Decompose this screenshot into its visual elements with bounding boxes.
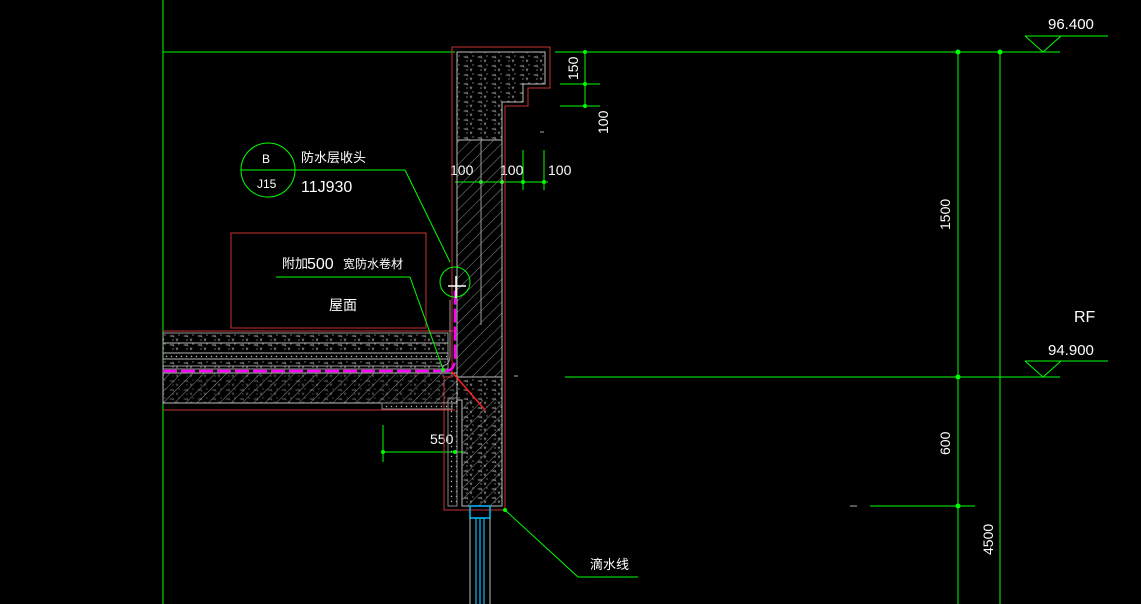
membrane-width: 500 xyxy=(307,256,334,273)
coping-block xyxy=(456,51,546,141)
detail-index: B xyxy=(262,152,270,166)
membrane-prefix: 附加 xyxy=(282,257,308,272)
dim-slab-drop: 600 xyxy=(937,431,953,455)
reference-lines xyxy=(162,0,1060,604)
dim-wall-right: 100 xyxy=(548,162,572,178)
dim-wall-mid: 100 xyxy=(500,162,524,178)
dim-parapet-cap: 150 xyxy=(565,56,581,80)
detail-atlas: 11J930 xyxy=(301,179,352,196)
roof-label: 屋面 xyxy=(329,298,357,314)
membrane-suffix: 宽防水卷材 xyxy=(343,256,403,271)
elevation-marker-roof: 94.900 RF xyxy=(1024,309,1108,378)
detail-callout: B J15 防水层收头 11J930 xyxy=(240,142,471,298)
drip-callout: 滴水线 xyxy=(503,508,638,578)
elevation-marker-top: 96.400 xyxy=(1024,16,1108,53)
dim-cap-step: 100 xyxy=(595,110,611,134)
window-frame xyxy=(469,505,491,604)
parapet-wall xyxy=(443,46,551,511)
elevation-top-label: 96.400 xyxy=(1048,16,1094,33)
drip-label: 滴水线 xyxy=(590,557,629,573)
level-name-label: RF xyxy=(1074,309,1096,326)
dimension-right: 150 100 1500 600 4500 xyxy=(560,49,1003,555)
elevation-roof-label: 94.900 xyxy=(1048,342,1094,359)
detail-sheet: J15 xyxy=(257,177,277,191)
detail-title: 防水层收头 xyxy=(301,150,366,166)
dim-parapet-height: 1500 xyxy=(937,199,953,230)
dim-floor-height: 4500 xyxy=(980,524,996,555)
cad-drawing-canvas: 96.400 94.900 RF 150 100 1500 600 4500 1… xyxy=(162,0,1108,604)
wall-body xyxy=(456,139,503,378)
